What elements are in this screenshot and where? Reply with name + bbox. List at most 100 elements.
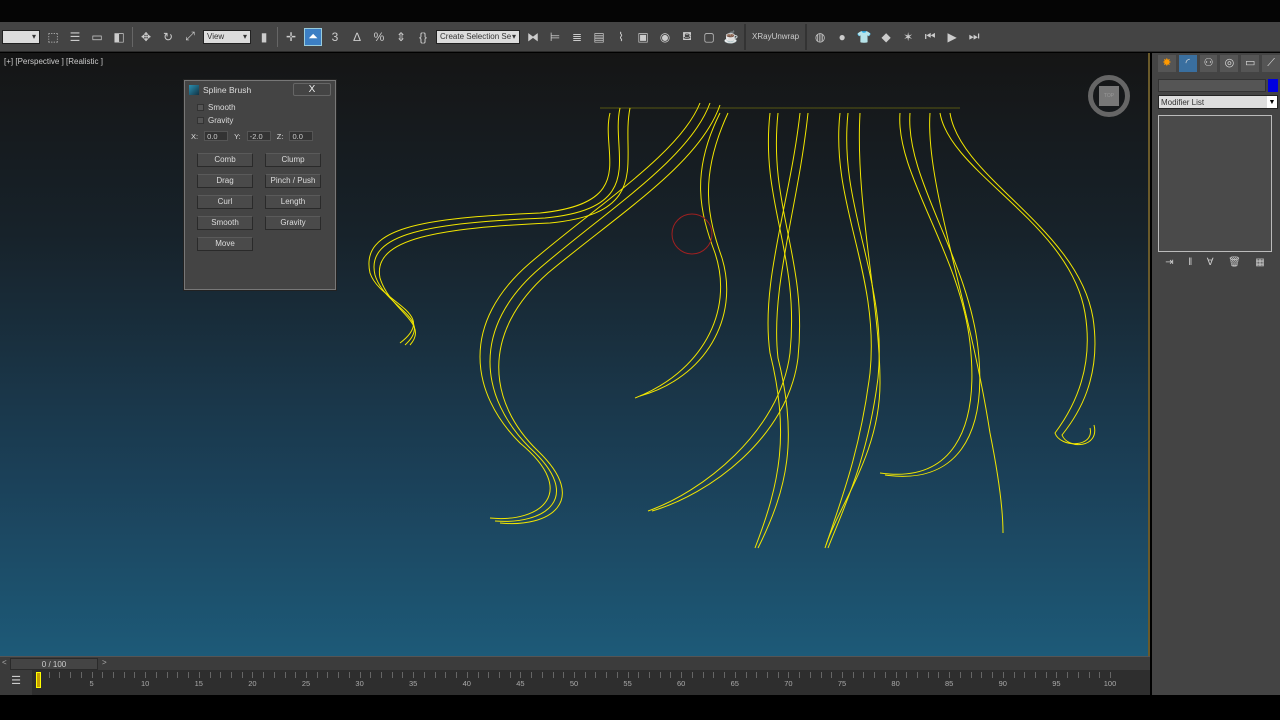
z-spinner[interactable]: 0.0 xyxy=(289,131,314,141)
gravity-checkbox[interactable]: Gravity xyxy=(197,116,335,125)
y-spinner[interactable]: -2.0 xyxy=(246,131,271,141)
keyboard-shortcut-override-icon[interactable]: ⏶ xyxy=(304,27,322,46)
render-icon[interactable]: ☕ xyxy=(722,28,740,46)
scene-explorer-icon[interactable]: ▤ xyxy=(590,28,608,46)
select-object-icon[interactable]: ⬚ xyxy=(44,28,62,46)
chevron-down-icon: ▼ xyxy=(1267,96,1277,108)
time-slider[interactable]: < 0 / 100 > xyxy=(0,656,1150,670)
sphere-icon[interactable]: ● xyxy=(833,28,851,46)
move-button[interactable]: Move xyxy=(197,237,253,251)
select-by-name-icon[interactable]: ☰ xyxy=(66,28,84,46)
edit-named-selection-icon[interactable]: {} xyxy=(414,28,432,46)
align-icon[interactable]: ⊨ xyxy=(546,28,564,46)
cloth-icon[interactable]: 👕 xyxy=(855,28,873,46)
schematic-view-icon[interactable]: ▣ xyxy=(634,28,652,46)
smooth-checkbox[interactable]: Smooth xyxy=(197,103,335,112)
timeline-label: 100 xyxy=(1103,679,1117,688)
perspective-viewport[interactable]: [+] [Perspective ] [Realistic ] TOP xyxy=(0,53,1150,656)
x-label: X: xyxy=(191,131,199,141)
layer-dropdown[interactable]: ▾ xyxy=(2,29,40,44)
environment-icon[interactable]: ◍ xyxy=(811,28,829,46)
smooth-button[interactable]: Smooth xyxy=(197,216,253,230)
clump-button[interactable]: Clump xyxy=(265,153,321,167)
show-end-result-icon[interactable]: ‖ xyxy=(1188,257,1192,268)
timeline-tick xyxy=(874,672,876,678)
timeline-tick xyxy=(681,672,683,678)
object-color-swatch[interactable] xyxy=(1268,79,1278,92)
percent-snap-icon[interactable]: % xyxy=(370,28,388,46)
window-crossing-icon[interactable]: ◧ xyxy=(110,28,128,46)
curve-editor-icon[interactable]: ⌇ xyxy=(612,28,630,46)
snaps-toggle-icon[interactable]: 3 xyxy=(326,28,344,46)
particle-icon[interactable]: ✶ xyxy=(899,28,917,46)
timeline-tick xyxy=(959,672,961,678)
pivot-icon[interactable]: ▮ xyxy=(255,28,273,46)
angle-snap-icon[interactable]: ∆ xyxy=(348,28,366,46)
make-unique-icon[interactable]: ∀ xyxy=(1207,257,1214,268)
time-slider-thumb[interactable]: 0 / 100 xyxy=(10,658,98,670)
play-icon[interactable]: ▶ xyxy=(943,28,961,46)
motion-tab-icon[interactable]: ◎ xyxy=(1220,55,1239,72)
gravity-button[interactable]: Gravity xyxy=(265,216,321,230)
pin-stack-icon[interactable]: ⇥ xyxy=(1165,257,1173,268)
timeline-tick xyxy=(381,672,383,678)
timeline-tick xyxy=(466,672,468,678)
timeline-tick xyxy=(252,672,254,678)
remove-modifier-icon[interactable]: 🗑 xyxy=(1228,257,1241,268)
mirror-icon[interactable]: ⧓ xyxy=(524,28,542,46)
eraser-icon[interactable]: ◆ xyxy=(877,28,895,46)
next-frame-button[interactable]: > xyxy=(102,658,107,667)
prev-frame-button[interactable]: < xyxy=(2,658,7,667)
prev-frame-icon[interactable]: ⏮ xyxy=(921,28,939,46)
timeline-label: 75 xyxy=(837,679,847,688)
comb-button[interactable]: Comb xyxy=(197,153,253,167)
utilities-tab-icon[interactable]: ⟋ xyxy=(1262,55,1280,72)
track-bar[interactable]: ☰ 5 10 15 20 25 30 35 40 45 50 55 60 65 70 75 80 85 90 95 1… xyxy=(0,670,1150,695)
modify-tab-icon[interactable]: ◜ xyxy=(1178,55,1197,72)
render-setup-icon[interactable]: ⛾ xyxy=(678,28,696,46)
modifier-stack[interactable] xyxy=(1158,115,1272,252)
timeline-tick xyxy=(134,672,136,678)
app-icon xyxy=(189,85,199,95)
move-icon[interactable]: ✥ xyxy=(137,28,155,46)
timeline-tick xyxy=(1110,672,1111,678)
reference-coord-dropdown[interactable]: View ▾ xyxy=(203,29,251,44)
layer-manager-icon[interactable]: ≣ xyxy=(568,28,586,46)
timeline-tick xyxy=(949,672,951,678)
rendered-frame-icon[interactable]: ▢ xyxy=(700,28,718,46)
create-tab-icon[interactable]: ✸ xyxy=(1158,55,1176,72)
timeline-tick xyxy=(1034,672,1036,678)
track-bar-icon[interactable]: ☰ xyxy=(0,670,32,695)
timeline-ruler[interactable]: 5 10 15 20 25 30 35 40 45 50 55 60 65 70 75 80 85 90 95 100 xyxy=(36,670,1116,695)
x-spinner[interactable]: 0.0 xyxy=(204,131,229,141)
timeline-tick xyxy=(445,672,447,678)
rotate-icon[interactable]: ↻ xyxy=(159,28,177,46)
length-button[interactable]: Length xyxy=(265,195,321,209)
configure-sets-icon[interactable]: ▦ xyxy=(1255,257,1264,268)
spinner-snap-icon[interactable]: ⇕ xyxy=(392,28,410,46)
timeline-tick xyxy=(574,672,575,678)
material-editor-icon[interactable]: ◉ xyxy=(656,28,674,46)
close-button[interactable]: X xyxy=(293,83,331,96)
scale-icon[interactable]: ⤢ xyxy=(181,28,199,46)
timeline-tick xyxy=(306,672,307,678)
rectangular-selection-icon[interactable]: ▭ xyxy=(88,28,106,46)
drag-button[interactable]: Drag xyxy=(197,174,253,188)
xray-unwrap-button[interactable]: XRayUnwrap xyxy=(744,23,808,50)
current-frame-marker[interactable] xyxy=(36,672,41,688)
curl-button[interactable]: Curl xyxy=(197,195,253,209)
pinch-push-button[interactable]: Pinch / Push xyxy=(265,174,321,188)
named-selection-dropdown[interactable]: Create Selection Se ▾ xyxy=(436,29,520,44)
timeline-tick xyxy=(670,672,672,678)
next-frame-icon[interactable]: ⏭ xyxy=(965,28,983,46)
timeline-label: 5 xyxy=(89,679,94,688)
modifier-list-dropdown[interactable]: Modifier List ▼ xyxy=(1158,95,1278,109)
timeline-tick xyxy=(477,672,479,678)
viewcube[interactable]: TOP xyxy=(1088,75,1130,117)
display-tab-icon[interactable]: ▭ xyxy=(1241,55,1260,72)
timeline-tick xyxy=(456,672,458,678)
hierarchy-tab-icon[interactable]: ⚇ xyxy=(1199,55,1218,72)
object-name-field[interactable] xyxy=(1158,79,1266,92)
select-manipulate-icon[interactable]: ✛ xyxy=(282,28,300,46)
timeline-tick xyxy=(745,672,747,678)
